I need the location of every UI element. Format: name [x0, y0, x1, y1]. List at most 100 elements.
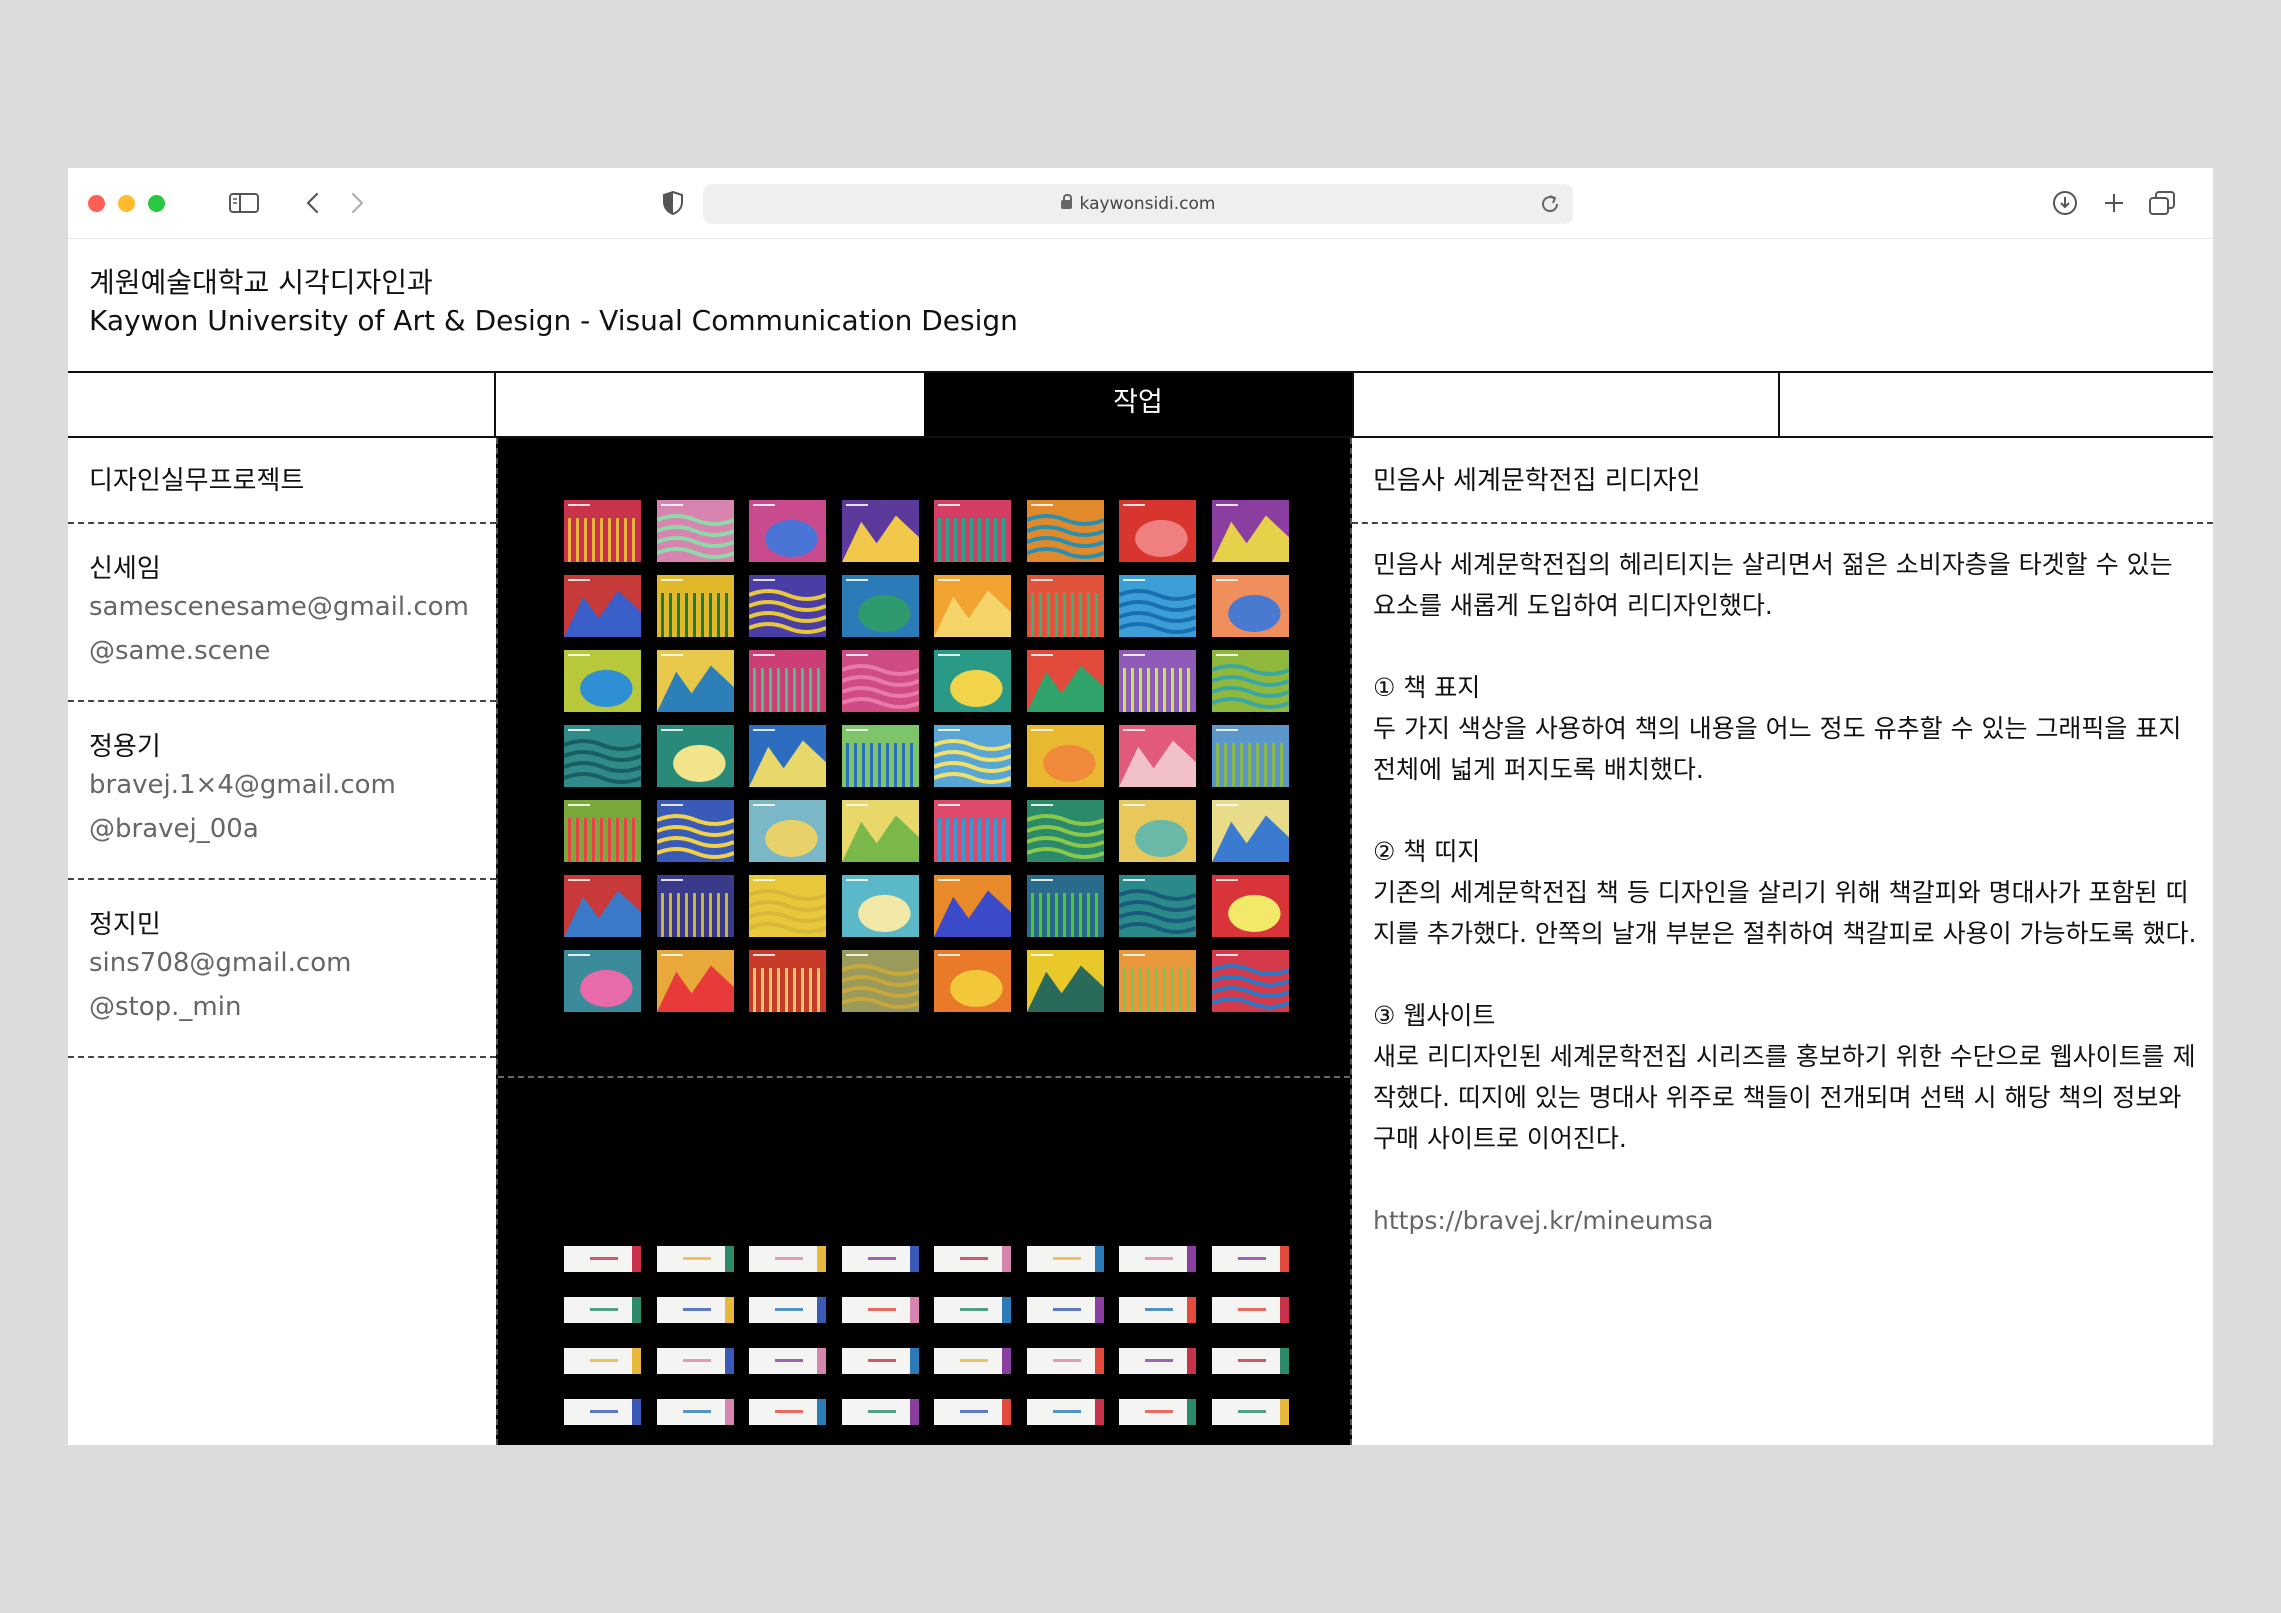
book-cover-thumbnail[interactable]	[934, 500, 1011, 562]
member-handle[interactable]: @stop._min	[89, 992, 241, 1022]
book-band-thumbnail[interactable]	[841, 1399, 919, 1425]
book-band-thumbnail[interactable]	[1119, 1399, 1196, 1425]
nav-cell-1[interactable]	[68, 373, 496, 436]
book-band-thumbnail[interactable]	[564, 1246, 641, 1272]
book-band-thumbnail[interactable]	[934, 1348, 1011, 1374]
book-cover-thumbnail[interactable]	[564, 800, 641, 862]
book-cover-thumbnail[interactable]	[1119, 575, 1196, 637]
book-band-thumbnail[interactable]	[1026, 1399, 1104, 1425]
book-cover-thumbnail[interactable]	[934, 950, 1011, 1012]
book-band-thumbnail[interactable]	[934, 1246, 1011, 1272]
book-band-thumbnail[interactable]	[934, 1399, 1011, 1425]
book-band-thumbnail[interactable]	[656, 1246, 734, 1272]
back-icon[interactable]	[300, 188, 324, 218]
book-cover-thumbnail[interactable]	[749, 800, 826, 862]
book-cover-thumbnail[interactable]	[841, 800, 919, 862]
book-cover-thumbnail[interactable]	[749, 950, 826, 1012]
book-band-thumbnail[interactable]	[934, 1297, 1011, 1323]
book-cover-thumbnail[interactable]	[1026, 875, 1104, 937]
book-cover-thumbnail[interactable]	[564, 725, 641, 787]
nav-cell-5[interactable]	[1780, 373, 2213, 436]
book-band-thumbnail[interactable]	[841, 1348, 919, 1374]
tab-overview-icon[interactable]	[2148, 188, 2176, 218]
book-band-thumbnail[interactable]	[749, 1399, 826, 1425]
site-title-korean[interactable]: 계원예술대학교 시각디자인과	[89, 264, 1018, 302]
book-band-thumbnail[interactable]	[1211, 1297, 1289, 1323]
book-cover-thumbnail[interactable]	[1026, 500, 1104, 562]
book-band-thumbnail[interactable]	[564, 1399, 641, 1425]
book-cover-thumbnail[interactable]	[564, 575, 641, 637]
book-cover-thumbnail[interactable]	[564, 950, 641, 1012]
book-cover-thumbnail[interactable]	[656, 800, 734, 862]
sidebar-toggle-icon[interactable]	[228, 188, 260, 218]
book-cover-thumbnail[interactable]	[656, 500, 734, 562]
nav-cell-2[interactable]	[496, 373, 924, 436]
nav-tab-works[interactable]: 작업	[924, 373, 1352, 436]
new-tab-icon[interactable]	[2100, 188, 2128, 218]
book-band-thumbnail[interactable]	[1119, 1297, 1196, 1323]
book-cover-thumbnail[interactable]	[1211, 950, 1289, 1012]
book-cover-thumbnail[interactable]	[656, 725, 734, 787]
book-cover-thumbnail[interactable]	[934, 575, 1011, 637]
book-cover-thumbnail[interactable]	[656, 875, 734, 937]
project-link[interactable]: https://bravej.kr/mineumsa	[1373, 1200, 2203, 1241]
nav-cell-4[interactable]	[1352, 373, 1780, 436]
book-cover-thumbnail[interactable]	[1026, 725, 1104, 787]
book-cover-thumbnail[interactable]	[1119, 725, 1196, 787]
close-window-button[interactable]	[88, 195, 105, 212]
minimize-window-button[interactable]	[118, 195, 135, 212]
book-cover-thumbnail[interactable]	[1211, 500, 1289, 562]
book-cover-thumbnail[interactable]	[749, 500, 826, 562]
book-band-thumbnail[interactable]	[1119, 1246, 1196, 1272]
privacy-shield-icon[interactable]	[660, 188, 686, 218]
book-band-thumbnail[interactable]	[1026, 1246, 1104, 1272]
book-band-thumbnail[interactable]	[656, 1297, 734, 1323]
book-band-thumbnail[interactable]	[749, 1297, 826, 1323]
book-cover-thumbnail[interactable]	[656, 950, 734, 1012]
zoom-window-button[interactable]	[148, 195, 165, 212]
book-cover-thumbnail[interactable]	[841, 725, 919, 787]
book-cover-thumbnail[interactable]	[1026, 650, 1104, 712]
book-cover-thumbnail[interactable]	[841, 950, 919, 1012]
book-band-thumbnail[interactable]	[749, 1246, 826, 1272]
book-cover-thumbnail[interactable]	[1119, 650, 1196, 712]
book-band-thumbnail[interactable]	[1211, 1246, 1289, 1272]
book-band-thumbnail[interactable]	[841, 1297, 919, 1323]
book-cover-thumbnail[interactable]	[934, 725, 1011, 787]
book-cover-thumbnail[interactable]	[841, 650, 919, 712]
book-cover-thumbnail[interactable]	[749, 575, 826, 637]
book-band-thumbnail[interactable]	[1211, 1348, 1289, 1374]
forward-icon[interactable]	[346, 188, 370, 218]
book-cover-thumbnail[interactable]	[1026, 575, 1104, 637]
site-title-english[interactable]: Kaywon University of Art & Design - Visu…	[89, 302, 1018, 340]
member-handle[interactable]: @same.scene	[89, 636, 270, 666]
book-cover-thumbnail[interactable]	[564, 875, 641, 937]
book-cover-thumbnail[interactable]	[1211, 800, 1289, 862]
book-band-thumbnail[interactable]	[564, 1297, 641, 1323]
book-cover-thumbnail[interactable]	[841, 875, 919, 937]
book-cover-thumbnail[interactable]	[1119, 800, 1196, 862]
book-cover-thumbnail[interactable]	[1119, 875, 1196, 937]
book-band-thumbnail[interactable]	[1026, 1348, 1104, 1374]
book-band-thumbnail[interactable]	[1119, 1348, 1196, 1374]
book-cover-thumbnail[interactable]	[564, 500, 641, 562]
book-band-thumbnail[interactable]	[749, 1348, 826, 1374]
book-band-thumbnail[interactable]	[656, 1399, 734, 1425]
book-band-thumbnail[interactable]	[1026, 1297, 1104, 1323]
book-cover-thumbnail[interactable]	[1026, 800, 1104, 862]
book-cover-thumbnail[interactable]	[1211, 575, 1289, 637]
book-cover-thumbnail[interactable]	[934, 875, 1011, 937]
book-band-thumbnail[interactable]	[841, 1246, 919, 1272]
book-cover-thumbnail[interactable]	[564, 650, 641, 712]
book-band-thumbnail[interactable]	[656, 1348, 734, 1374]
book-cover-thumbnail[interactable]	[1119, 950, 1196, 1012]
book-cover-thumbnail[interactable]	[749, 875, 826, 937]
book-band-thumbnail[interactable]	[564, 1348, 641, 1374]
book-band-thumbnail[interactable]	[1211, 1399, 1289, 1425]
reload-icon[interactable]	[1539, 193, 1561, 215]
book-cover-thumbnail[interactable]	[934, 650, 1011, 712]
book-cover-thumbnail[interactable]	[1211, 875, 1289, 937]
book-cover-thumbnail[interactable]	[841, 500, 919, 562]
book-cover-thumbnail[interactable]	[656, 650, 734, 712]
download-icon[interactable]	[2051, 188, 2079, 218]
